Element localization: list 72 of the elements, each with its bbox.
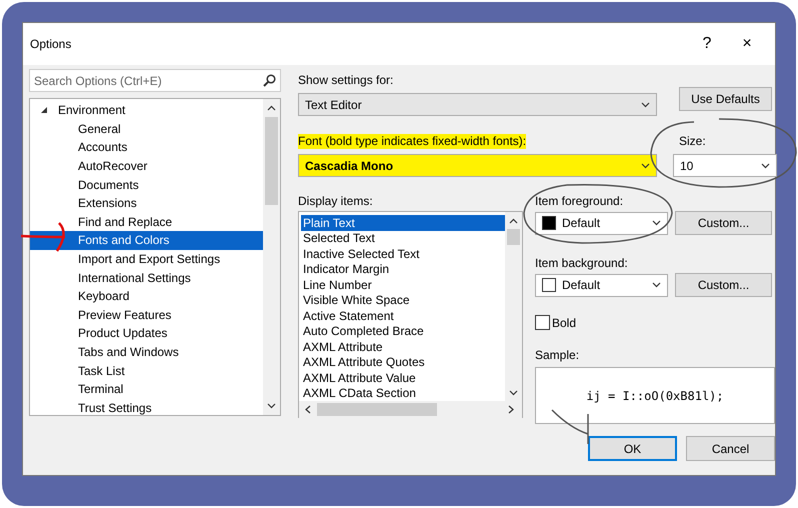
chevron-icon	[267, 105, 276, 111]
window-title: Options	[30, 37, 72, 51]
field-label: Display items:	[298, 194, 373, 209]
tree-item[interactable]: Documents	[30, 175, 263, 194]
list-item[interactable]: Inactive Selected Text	[301, 246, 505, 262]
tree-item[interactable]: International Settings	[30, 268, 263, 287]
color-dropdown[interactable]: Default	[535, 212, 668, 234]
tree-item[interactable]: Preview Features	[30, 306, 263, 324]
sample-text: ij = I::oO(0xB81l);	[586, 388, 724, 402]
list-item[interactable]: Visible White Space	[301, 292, 505, 308]
chevron-icon	[641, 162, 650, 168]
scrollbar[interactable]	[263, 99, 280, 415]
size-dropdown[interactable]: 10	[673, 154, 777, 177]
field-label: Item foreground:	[535, 194, 624, 209]
tree-item[interactable]: Trust Settings	[30, 398, 263, 415]
list-item[interactable]: AXML Attribute	[301, 339, 505, 354]
checkbox[interactable]	[535, 315, 550, 330]
list-item[interactable]: Auto Completed Brace	[301, 324, 505, 339]
tree-item[interactable]: Accounts	[30, 138, 263, 157]
scroll-thumb[interactable]	[317, 403, 437, 416]
search-icon	[263, 74, 276, 87]
chevron-icon	[267, 403, 276, 409]
field-label: Item background:	[535, 256, 628, 271]
tree-item[interactable]: AutoRecover	[30, 156, 263, 176]
cancel-button[interactable]: Cancel	[686, 436, 775, 461]
chevron-icon	[641, 102, 650, 108]
search-field[interactable]: Search Options (Ctrl+E)	[29, 69, 281, 92]
ok-button[interactable]: OK	[588, 436, 677, 461]
scrollbar[interactable]	[299, 401, 522, 418]
list-item[interactable]: AXML Attribute Quotes	[301, 354, 505, 370]
tree-item[interactable]: Product Updates	[30, 324, 263, 343]
tree-item[interactable]: Tabs and Windows	[30, 342, 263, 362]
chevron-icon	[652, 220, 661, 226]
chevron-icon	[761, 162, 770, 168]
tree-item[interactable]: Find and Replace	[30, 212, 263, 232]
list-item[interactable]: Active Statement	[301, 308, 505, 324]
scroll-thumb[interactable]	[265, 117, 278, 205]
list-item[interactable]: Line Number	[301, 277, 505, 292]
tree-item[interactable]: General	[30, 120, 263, 138]
tree-item[interactable]: Terminal	[30, 380, 263, 398]
tree-item[interactable]: Task List	[30, 361, 263, 380]
use-defaults-button[interactable]: Use Defaults	[679, 87, 772, 111]
list-item[interactable]: AXML Attribute Value	[301, 370, 505, 386]
field-label: Show settings for:	[298, 73, 394, 88]
color-dropdown[interactable]: Default	[535, 274, 668, 296]
field-label: Size:	[679, 134, 706, 149]
close-button[interactable]: ×	[727, 29, 767, 59]
dropdown[interactable]: Text Editor	[298, 93, 657, 116]
checkbox-label: Bold	[552, 316, 576, 330]
tree-item[interactable]: Import and Export Settings	[30, 250, 263, 268]
chevron-icon	[305, 405, 311, 414]
help-button[interactable]: ?	[687, 29, 727, 59]
expander-icon[interactable]	[40, 106, 48, 114]
list-item[interactable]: Indicator Margin	[301, 262, 505, 277]
tree-item[interactable]: Environment	[30, 101, 263, 120]
scrollbar[interactable]	[505, 212, 522, 401]
scroll-thumb[interactable]	[507, 229, 520, 245]
chevron-icon	[508, 405, 514, 414]
chevron-icon	[652, 282, 661, 288]
tree-item[interactable]: Fonts and Colors	[30, 231, 263, 250]
chevron-icon	[509, 218, 518, 224]
font-dropdown[interactable]: Cascadia Mono	[298, 154, 657, 177]
field-label: Sample:	[535, 348, 580, 363]
list-item[interactable]: Plain Text	[301, 215, 505, 230]
chevron-icon	[509, 390, 518, 396]
custom-button[interactable]: Custom...	[675, 273, 772, 297]
custom-button[interactable]: Custom...	[675, 211, 772, 235]
tree-item[interactable]: Keyboard	[30, 286, 263, 306]
field-label: Font (bold type indicates fixed-width fonts):	[298, 134, 526, 149]
list-item[interactable]: Selected Text	[301, 230, 505, 246]
list-item[interactable]: AXML CData Section	[301, 386, 505, 401]
tree-item[interactable]: Extensions	[30, 194, 263, 213]
